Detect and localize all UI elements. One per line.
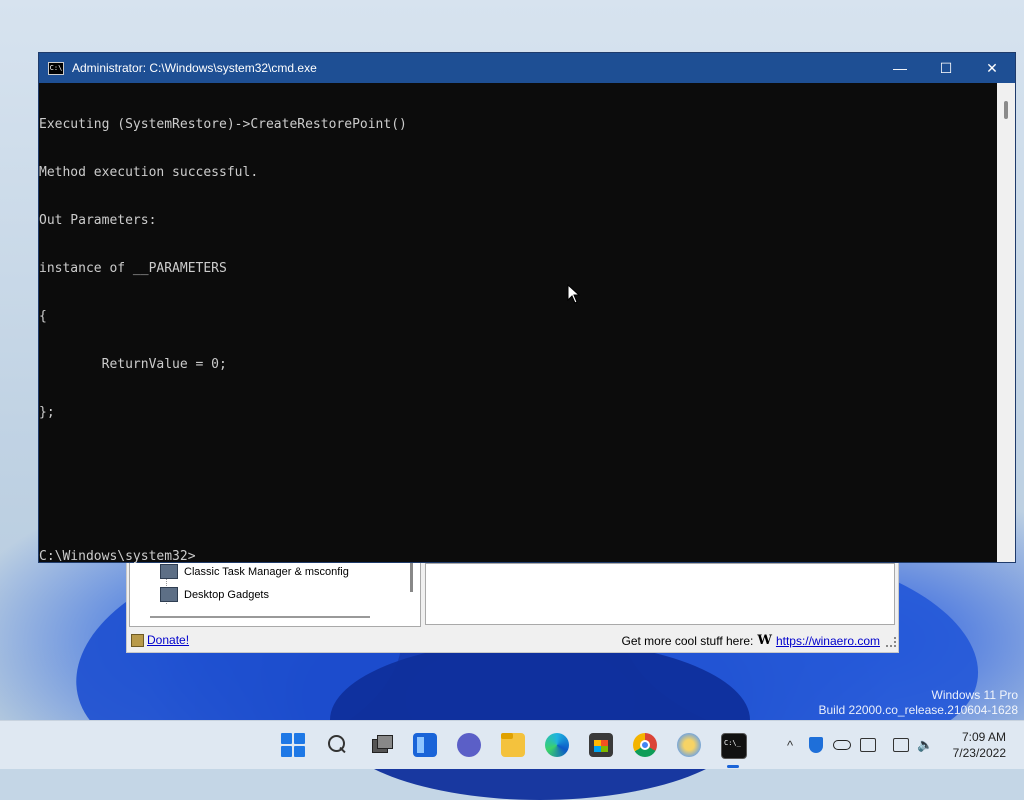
status-bar: Donate! Get more cool stuff here: W http…	[127, 631, 898, 651]
winaero-tweaker-icon[interactable]	[677, 733, 701, 757]
donate-section: Donate!	[131, 633, 189, 647]
watermark-edition: Windows 11 Pro	[931, 688, 1018, 702]
console-line: instance of __PARAMETERS	[39, 261, 227, 276]
console-line: Method execution successful.	[39, 165, 259, 180]
promo-section: Get more cool stuff here: W https://wina…	[622, 633, 881, 648]
watermark-build: Build 22000.co_release.210604-1628	[818, 703, 1019, 717]
task-view-icon[interactable]	[369, 733, 393, 757]
security-icon[interactable]	[809, 721, 823, 769]
edge-icon[interactable]	[545, 733, 569, 757]
network-icon[interactable]	[893, 721, 909, 769]
cmd-titlebar[interactable]: C:\ Administrator: C:\Windows\system32\c…	[39, 53, 1015, 83]
console-line: Out Parameters:	[39, 213, 157, 228]
console-line: {	[39, 309, 47, 324]
clock-date: 7/23/2022	[952, 746, 1006, 760]
winaero-logo-icon: W	[757, 633, 772, 648]
maximize-button[interactable]: ☐	[923, 53, 969, 83]
command-prompt-line[interactable]: C:\Windows\system32>	[39, 549, 997, 565]
widgets-icon[interactable]	[413, 733, 437, 757]
scrollbar-thumb[interactable]	[1004, 101, 1008, 119]
keyboard-icon[interactable]	[860, 721, 876, 769]
donate-icon	[131, 633, 144, 647]
chrome-icon[interactable]	[633, 733, 657, 757]
onedrive-icon[interactable]	[833, 721, 851, 769]
clock-time: 7:09 AM	[961, 730, 1006, 744]
donate-link[interactable]: Donate!	[147, 633, 189, 647]
store-icon[interactable]	[589, 733, 613, 757]
cmd-window[interactable]: C:\ Administrator: C:\Windows\system32\c…	[38, 52, 1016, 565]
console-line: ReturnValue = 0;	[39, 357, 227, 372]
search-icon[interactable]	[325, 733, 349, 757]
system-clock[interactable]: 7:09 AM 7/23/2022	[953, 729, 1006, 761]
window-title: Administrator: C:\Windows\system32\cmd.e…	[72, 61, 317, 75]
chat-icon[interactable]	[457, 733, 481, 757]
file-explorer-icon[interactable]	[501, 733, 525, 757]
console-line: Executing (SystemRestore)->CreateRestore…	[39, 117, 407, 132]
winaero-link[interactable]: https://winaero.com	[776, 634, 880, 648]
minimize-button[interactable]: —	[877, 53, 923, 83]
volume-icon[interactable]: 🔈	[917, 721, 933, 769]
console-output[interactable]: Executing (SystemRestore)->CreateRestore…	[39, 83, 997, 565]
console-scrollbar[interactable]	[997, 83, 1015, 562]
start-icon[interactable]	[281, 733, 305, 757]
show-hidden-icons-chevron-icon[interactable]: ^	[787, 721, 793, 769]
close-button[interactable]: ✕	[969, 53, 1015, 83]
cmd-app-icon[interactable]: C:\	[48, 61, 64, 75]
tree-horizontal-scrollbar[interactable]	[150, 616, 370, 618]
console-line: };	[39, 405, 55, 420]
taskbar: ^ 🔈 7:09 AM 7/23/2022	[0, 720, 1024, 769]
promo-text: Get more cool stuff here:	[621, 633, 754, 648]
cmd-icon[interactable]	[721, 733, 747, 759]
resize-grip[interactable]	[886, 637, 896, 647]
windows-watermark: Windows 11 Pro Build 22000.co_release.21…	[819, 688, 1019, 718]
